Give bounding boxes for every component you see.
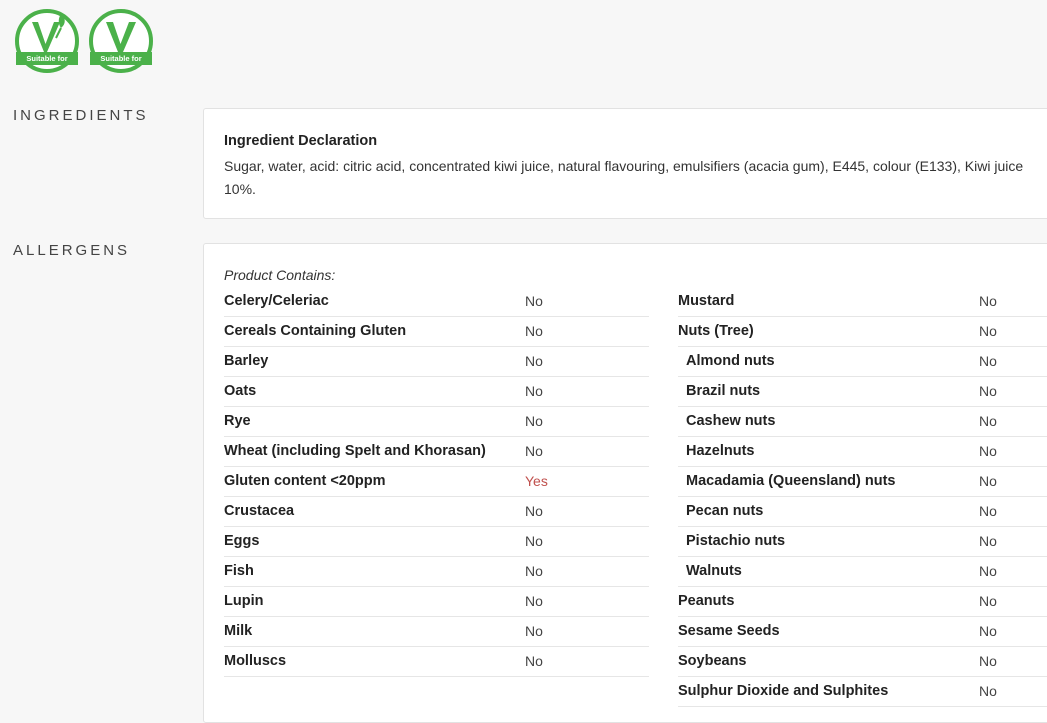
allergen-row: Walnuts No — [678, 557, 1047, 587]
allergen-name: Pecan nuts — [686, 503, 764, 519]
allergen-name: Sesame Seeds — [678, 623, 780, 639]
allergen-name: Milk — [224, 623, 253, 639]
allergen-list-right: Mustard No Nuts (Tree) No Almond nuts No Br… — [678, 287, 1047, 707]
allergen-row: Molluscs No — [224, 647, 649, 677]
allergen-name: Barley — [224, 353, 269, 369]
ingredients-heading: INGREDIENTS — [13, 107, 149, 124]
allergen-row: Celery/Celeriac No — [224, 287, 649, 317]
allergen-value: No — [979, 413, 997, 429]
allergen-value: No — [979, 473, 997, 489]
vegan-badge: Suitable for — [88, 8, 154, 74]
allergen-row: Gluten content <20ppm Yes — [224, 467, 649, 497]
allergen-value: No — [979, 623, 997, 639]
vegetarian-badge: Suitable for — [14, 8, 80, 74]
allergens-panel: Product Contains: Celery/Celeriac No Cere… — [203, 243, 1047, 723]
allergen-row: Lupin No — [224, 587, 649, 617]
allergen-value: No — [525, 383, 543, 399]
allergen-value: No — [979, 683, 997, 699]
allergen-name: Peanuts — [678, 593, 735, 609]
allergen-value: No — [979, 383, 997, 399]
allergen-value: No — [979, 503, 997, 519]
allergen-name: Mustard — [678, 293, 735, 309]
allergen-row: Cashew nuts No — [678, 407, 1047, 437]
ingredients-panel: Ingredient Declaration Sugar, water, aci… — [203, 108, 1047, 219]
allergen-row: Peanuts No — [678, 587, 1047, 617]
allergen-row: Sulphur Dioxide and Sulphites No — [678, 677, 1047, 707]
allergen-value: No — [525, 443, 543, 459]
allergen-value: No — [979, 293, 997, 309]
allergen-row: Sesame Seeds No — [678, 617, 1047, 647]
allergen-row: Brazil nuts No — [678, 377, 1047, 407]
allergen-value: No — [525, 623, 543, 639]
allergen-name: Gluten content <20ppm — [224, 473, 386, 489]
allergen-value: No — [979, 353, 997, 369]
allergen-value: No — [525, 413, 543, 429]
allergen-row: Mustard No — [678, 287, 1047, 317]
allergen-value: No — [525, 653, 543, 669]
ingredient-declaration-text: Sugar, water, acid: citric acid, concent… — [224, 158, 1024, 197]
allergen-row: Nuts (Tree) No — [678, 317, 1047, 347]
allergen-name: Soybeans — [678, 653, 747, 669]
allergen-row: Soybeans No — [678, 647, 1047, 677]
allergen-name: Celery/Celeriac — [224, 293, 329, 309]
allergen-row: Almond nuts No — [678, 347, 1047, 377]
allergen-name: Cashew nuts — [686, 413, 776, 429]
allergen-name: Hazelnuts — [686, 443, 755, 459]
allergen-name: Oats — [224, 383, 257, 399]
ingredient-declaration-title: Ingredient Declaration — [224, 133, 378, 149]
allergen-value: No — [525, 593, 543, 609]
allergen-row: Crustacea No — [224, 497, 649, 527]
allergen-row: Cereals Containing Gluten No — [224, 317, 649, 347]
allergen-value: No — [979, 653, 997, 669]
allergen-name: Brazil nuts — [686, 383, 761, 399]
allergen-row: Wheat (including Spelt and Khorasan) No — [224, 437, 649, 467]
allergen-value: No — [525, 323, 543, 339]
allergen-value: No — [525, 563, 543, 579]
allergen-value: Yes — [525, 473, 548, 489]
allergen-row: Rye No — [224, 407, 649, 437]
suitability-badges: Suitable for Suitable for — [14, 8, 154, 74]
allergen-value: No — [525, 503, 543, 519]
allergen-name: Wheat (including Spelt and Khorasan) — [224, 443, 486, 459]
allergen-value: No — [979, 323, 997, 339]
allergen-name: Almond nuts — [686, 353, 775, 369]
allergen-name: Nuts (Tree) — [678, 323, 754, 339]
allergen-name: Eggs — [224, 533, 260, 549]
allergen-name: Walnuts — [686, 563, 742, 579]
allergen-row: Oats No — [224, 377, 649, 407]
allergen-name: Rye — [224, 413, 251, 429]
allergen-name: Crustacea — [224, 503, 295, 519]
badge-label: Suitable for — [16, 52, 78, 65]
badge-label: Suitable for — [90, 52, 152, 65]
allergen-row: Barley No — [224, 347, 649, 377]
allergen-value: No — [979, 563, 997, 579]
allergen-name: Macadamia (Queensland) nuts — [686, 473, 896, 489]
allergen-row: Eggs No — [224, 527, 649, 557]
allergen-row: Hazelnuts No — [678, 437, 1047, 467]
allergen-name: Fish — [224, 563, 254, 579]
allergen-value: No — [979, 443, 997, 459]
allergen-name: Sulphur Dioxide and Sulphites — [678, 683, 889, 699]
allergens-heading: ALLERGENS — [13, 242, 131, 259]
allergen-row: Pistachio nuts No — [678, 527, 1047, 557]
allergen-name: Cereals Containing Gluten — [224, 323, 407, 339]
allergen-row: Pecan nuts No — [678, 497, 1047, 527]
allergen-value: No — [979, 533, 997, 549]
allergen-row: Milk No — [224, 617, 649, 647]
allergen-value: No — [525, 353, 543, 369]
allergen-list-left: Celery/Celeriac No Cereals Containing Glu… — [224, 287, 649, 677]
allergen-name: Molluscs — [224, 653, 287, 669]
allergen-value: No — [525, 293, 543, 309]
allergen-value: No — [979, 593, 997, 609]
allergen-row: Macadamia (Queensland) nuts No — [678, 467, 1047, 497]
allergen-name: Pistachio nuts — [686, 533, 786, 549]
product-contains-label: Product Contains: — [224, 267, 336, 283]
allergen-name: Lupin — [224, 593, 264, 609]
allergen-row: Fish No — [224, 557, 649, 587]
allergen-value: No — [525, 533, 543, 549]
